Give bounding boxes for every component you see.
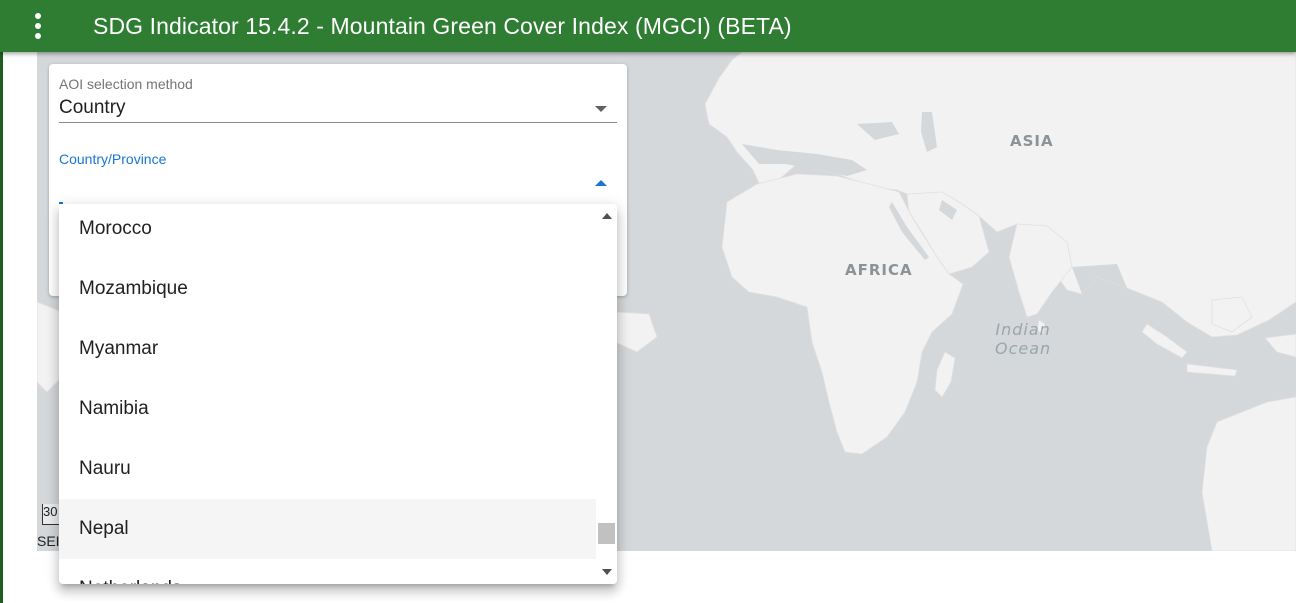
app-bar: SDG Indicator 15.4.2 - Mountain Green Co… bbox=[0, 0, 1296, 52]
map-footer-text: SEI bbox=[37, 533, 60, 549]
dropdown-arrow-up-icon[interactable] bbox=[595, 180, 607, 186]
land-india bbox=[1008, 223, 1073, 318]
scroll-down-arrow-icon[interactable] bbox=[602, 569, 612, 575]
left-rail bbox=[0, 0, 3, 603]
map-label-africa: AFRICA bbox=[845, 261, 913, 279]
land-sumatra bbox=[1141, 323, 1188, 359]
land-madagascar bbox=[934, 351, 956, 398]
country-option[interactable]: Namibia bbox=[59, 379, 596, 439]
country-options: Morocco Mozambique Myanmar Namibia Nauru Nepa… bbox=[59, 204, 596, 584]
country-province-label: Country/Province bbox=[59, 151, 167, 167]
country-option[interactable]: Myanmar bbox=[59, 319, 596, 379]
aoi-method-underline bbox=[59, 122, 617, 123]
country-option[interactable]: Nepal bbox=[59, 499, 596, 559]
aoi-method-select[interactable]: Country bbox=[59, 97, 126, 119]
country-option[interactable]: Netherlands bbox=[59, 559, 596, 584]
country-option[interactable]: Nauru bbox=[59, 439, 596, 499]
country-dropdown-list[interactable]: Morocco Mozambique Myanmar Namibia Nauru Nepa… bbox=[59, 204, 617, 584]
aoi-method-label: AOI selection method bbox=[59, 76, 193, 92]
more-vert-icon[interactable] bbox=[28, 0, 48, 52]
country-option[interactable]: Morocco bbox=[59, 204, 596, 259]
land-west-bulge bbox=[614, 311, 658, 353]
country-option[interactable]: Mozambique bbox=[59, 259, 596, 319]
scroll-up-arrow-icon[interactable] bbox=[602, 213, 612, 219]
dropdown-arrow-icon[interactable] bbox=[595, 106, 607, 112]
land-java bbox=[1186, 363, 1238, 377]
dropdown-scrollbar[interactable] bbox=[596, 204, 617, 584]
app-title: SDG Indicator 15.4.2 - Mountain Green Co… bbox=[93, 12, 792, 39]
land-australia bbox=[1201, 396, 1296, 551]
land-newguinea bbox=[1264, 333, 1296, 358]
scroll-thumb[interactable] bbox=[598, 523, 615, 544]
map-label-asia: ASIA bbox=[1010, 132, 1054, 150]
map-label-indian-ocean: Indian Ocean bbox=[995, 320, 1052, 358]
